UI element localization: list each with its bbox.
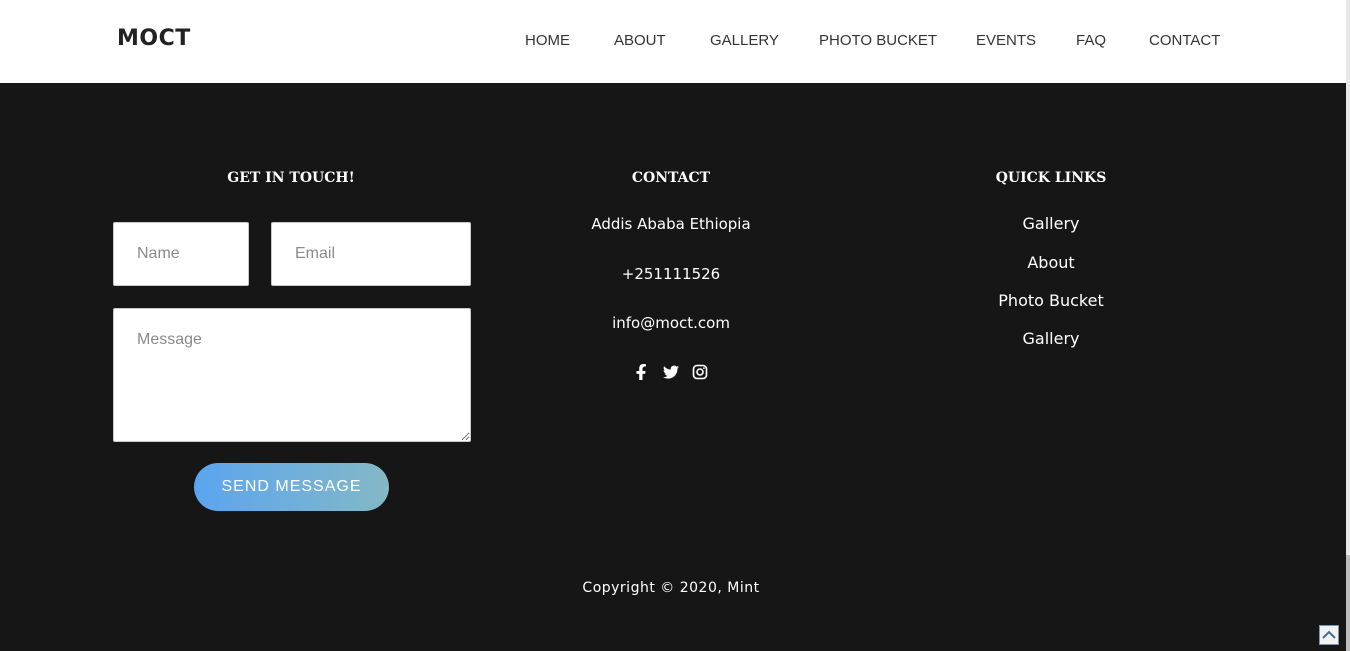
page-scrollbar[interactable] <box>1346 0 1350 651</box>
quick-links-heading: QUICK LINKS <box>995 170 1107 186</box>
instagram-icon[interactable] <box>692 364 708 380</box>
nav-gallery[interactable]: GALLERY <box>710 32 779 49</box>
nav-photo-bucket[interactable]: PHOTO BUCKET <box>819 32 937 49</box>
send-message-button[interactable]: SEND MESSAGE <box>194 463 389 511</box>
quick-link-gallery[interactable]: Gallery <box>1023 214 1080 233</box>
facebook-icon[interactable] <box>634 364 650 380</box>
nav-home[interactable]: HOME <box>525 32 570 49</box>
email-input[interactable] <box>271 222 471 286</box>
top-navbar: MOCT HOME ABOUT GALLERY PHOTO BUCKET EVE… <box>0 0 1346 83</box>
contact-phone: +251111526 <box>621 265 721 283</box>
nav-contact[interactable]: CONTACT <box>1149 32 1220 49</box>
nav-faq[interactable]: FAQ <box>1076 32 1106 49</box>
site-logo[interactable]: MOCT <box>117 26 191 51</box>
social-links <box>634 364 708 380</box>
nav-events[interactable]: EVENTS <box>976 32 1036 49</box>
scrollbar-thumb[interactable] <box>1346 555 1350 651</box>
quick-link-about[interactable]: About <box>1027 253 1074 272</box>
quick-link-photo-bucket[interactable]: Photo Bucket <box>998 291 1103 310</box>
nav-about[interactable]: ABOUT <box>614 32 666 49</box>
name-input[interactable] <box>113 222 249 286</box>
scroll-to-top-button[interactable] <box>1319 625 1339 645</box>
twitter-icon[interactable] <box>663 364 679 380</box>
chevron-up-icon <box>1322 630 1336 639</box>
contact-email: info@moct.com <box>612 314 730 332</box>
copyright-text: Copyright © 2020, Mint <box>582 580 760 596</box>
contact-heading: CONTACT <box>631 170 711 186</box>
message-textarea[interactable] <box>113 308 471 442</box>
quick-link-gallery-2[interactable]: Gallery <box>1023 329 1080 348</box>
contact-address: Addis Ababa Ethiopia <box>591 215 751 233</box>
get-in-touch-heading: GET IN TOUCH! <box>227 170 355 186</box>
